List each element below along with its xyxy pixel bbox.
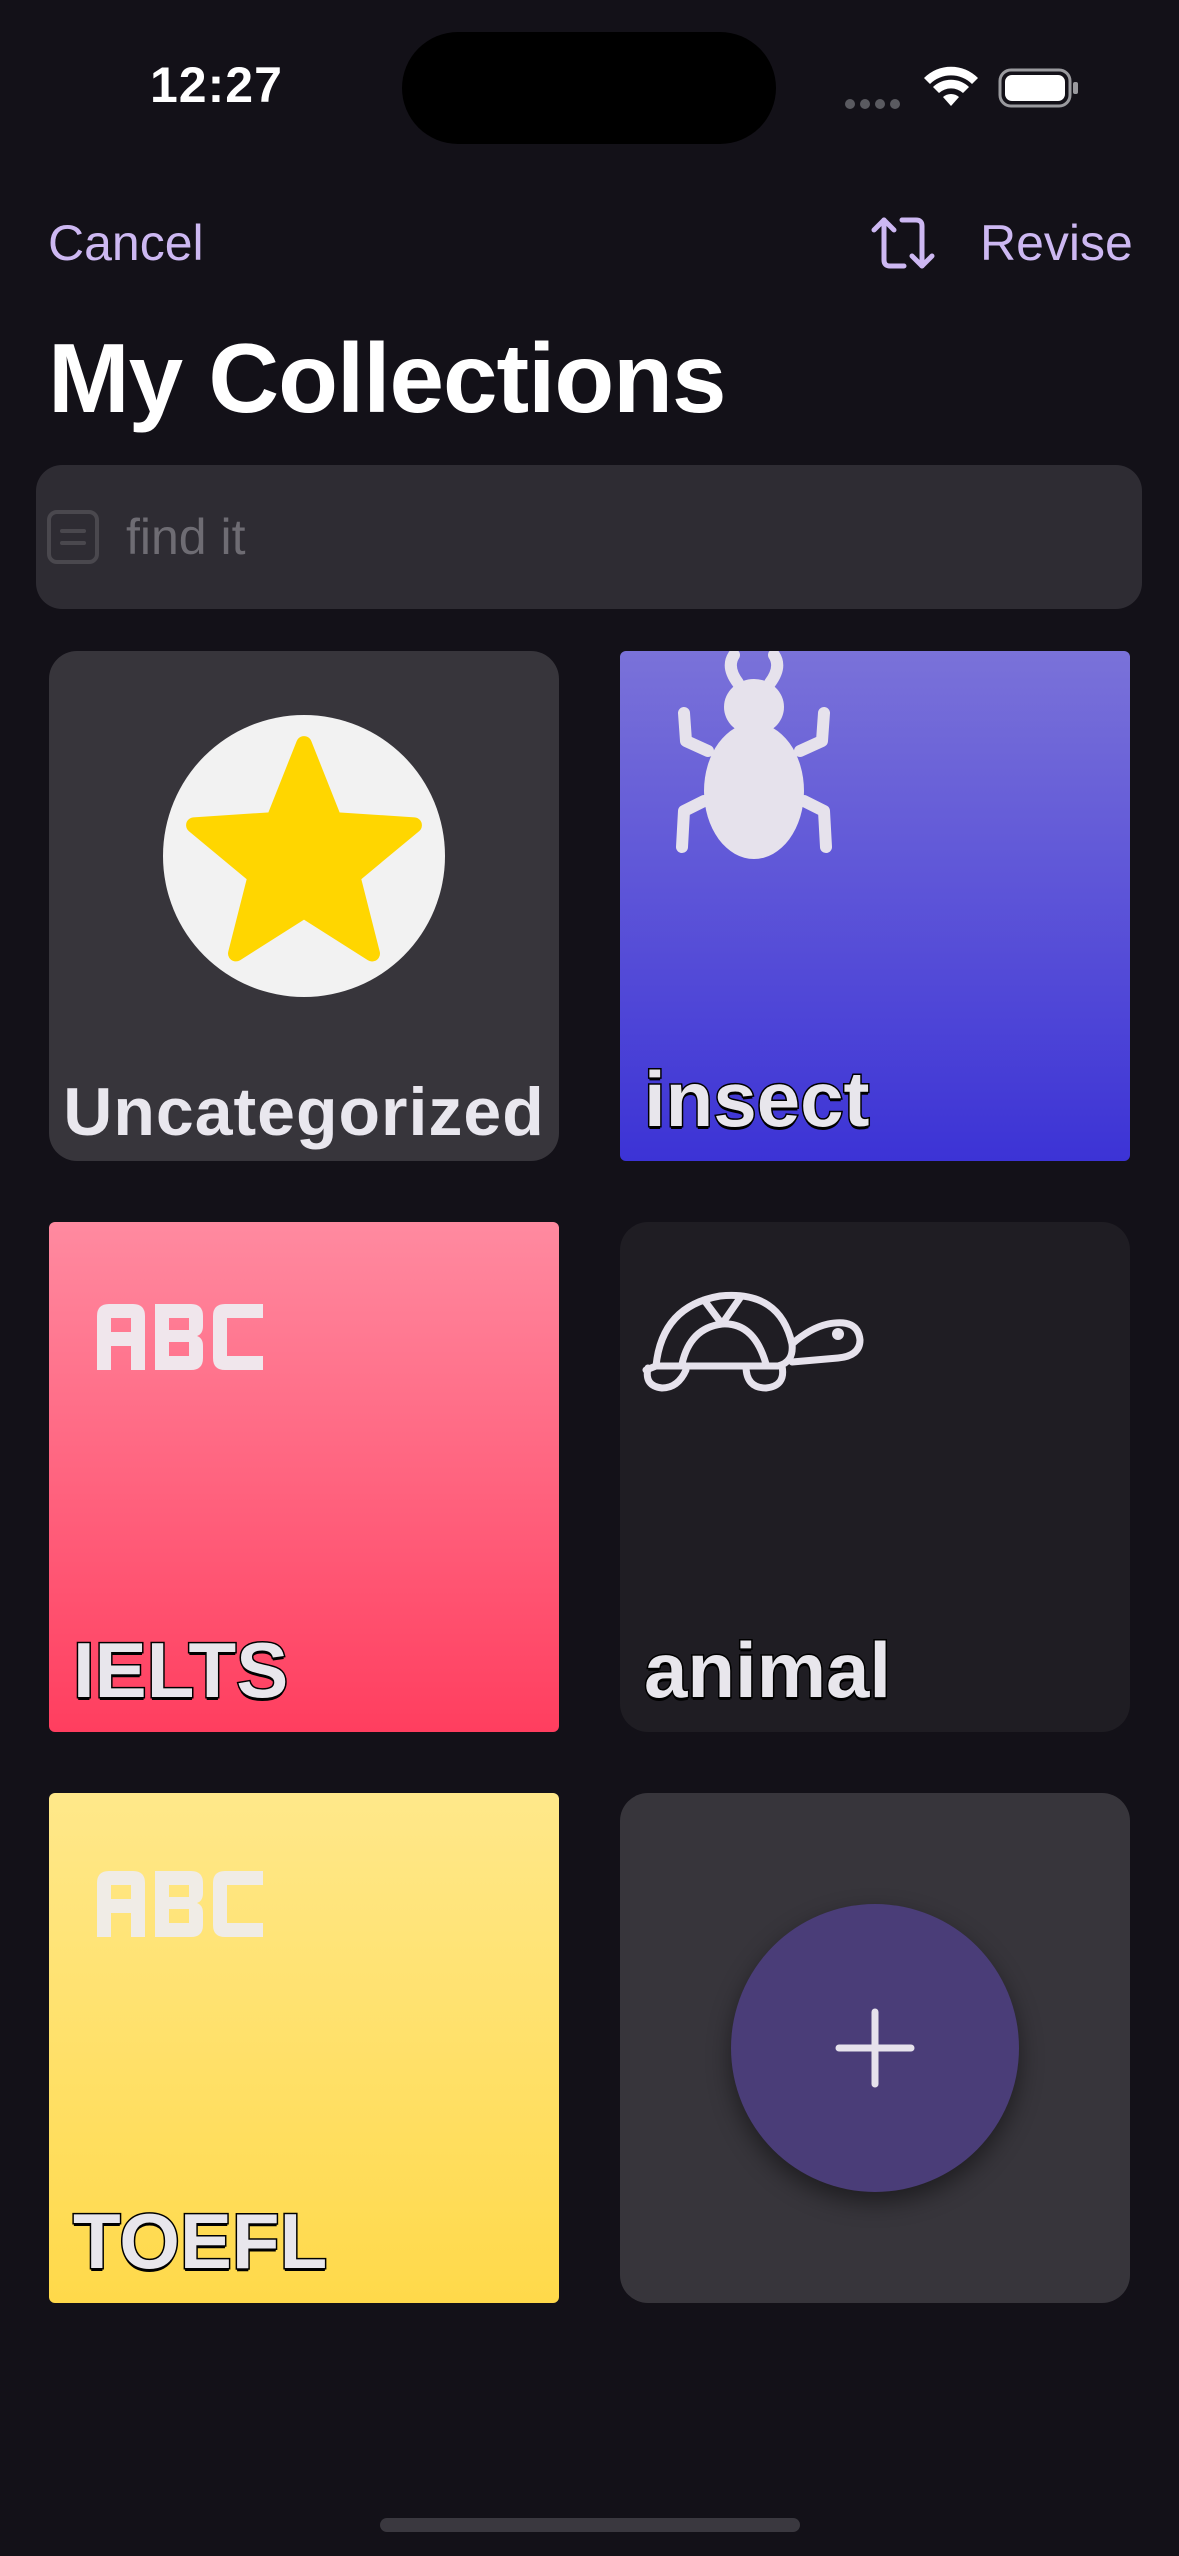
cellular-signal-icon <box>845 96 905 109</box>
dynamic-island <box>402 32 776 144</box>
turtle-icon <box>642 1291 864 1392</box>
collection-label: animal <box>642 1625 892 1716</box>
abc-icon <box>97 1304 263 1370</box>
collection-card-insect[interactable]: insect <box>620 651 1130 1161</box>
swap-arrows-icon[interactable] <box>870 214 936 272</box>
list-icon <box>47 510 99 564</box>
add-collection-card <box>620 1793 1130 2303</box>
collection-label: TOEFL <box>71 2196 328 2287</box>
battery-icon <box>998 68 1078 108</box>
search-input[interactable] <box>126 499 1086 575</box>
revise-button[interactable]: Revise <box>980 214 1133 272</box>
collection-card-animal[interactable]: animal <box>620 1222 1130 1732</box>
star-badge <box>163 715 445 997</box>
page-title: My Collections <box>48 323 727 433</box>
collection-label: IELTS <box>71 1625 289 1716</box>
cancel-button[interactable]: Cancel <box>48 214 204 272</box>
collection-card-uncategorized[interactable]: Uncategorized <box>49 651 559 1161</box>
plus-icon <box>835 2008 915 2088</box>
wifi-icon <box>924 66 978 106</box>
collection-label: Uncategorized <box>63 1074 545 1150</box>
collection-card-ielts[interactable]: IELTS <box>49 1222 559 1732</box>
add-collection-button[interactable] <box>731 1904 1019 2192</box>
home-indicator <box>380 2518 800 2532</box>
star-icon <box>186 736 422 962</box>
collection-card-toefl[interactable]: TOEFL <box>49 1793 559 2303</box>
status-time: 12:27 <box>150 57 283 113</box>
search-bar[interactable] <box>36 465 1142 609</box>
insect-icon <box>676 651 832 859</box>
collection-label: insect <box>642 1054 870 1145</box>
abc-icon <box>97 1871 263 1937</box>
